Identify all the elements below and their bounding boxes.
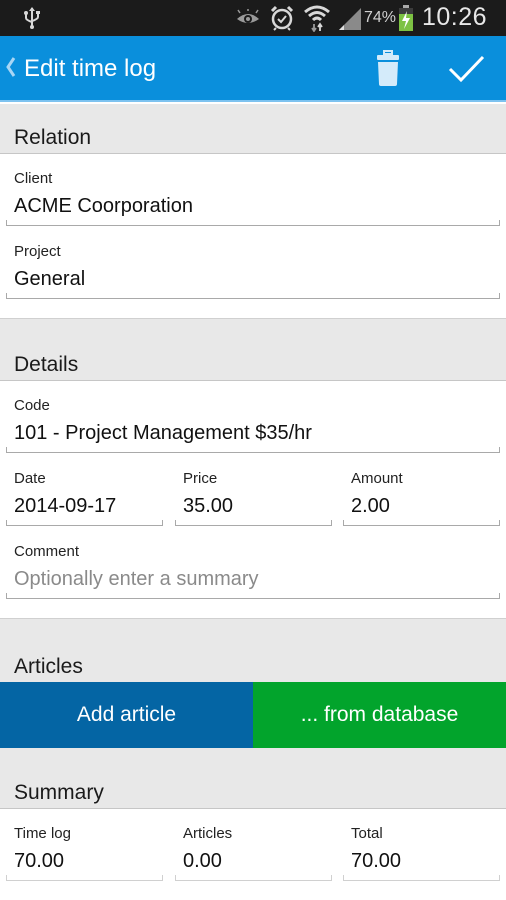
- articles-total-field: Articles 0.00: [175, 815, 332, 883]
- time-log-total-underline: [6, 875, 163, 881]
- client-label: Client: [14, 170, 53, 187]
- date-field[interactable]: Date 2014-09-17: [6, 460, 163, 528]
- price-underline: [175, 520, 332, 526]
- signal-icon: [339, 8, 361, 30]
- amount-underline: [343, 520, 500, 526]
- date-underline: [6, 520, 163, 526]
- articles-total-underline: [175, 875, 332, 881]
- relation-section-header: Relation: [0, 104, 506, 154]
- time-log-total-label: Time log: [14, 825, 71, 842]
- code-label: Code: [14, 397, 50, 414]
- grand-total-label: Total: [351, 825, 383, 842]
- clock: 10:26: [422, 3, 488, 31]
- summary-section-header: Summary: [0, 748, 506, 809]
- add-article-button[interactable]: Add article: [0, 682, 253, 748]
- comment-field[interactable]: Comment Optionally enter a summary: [6, 533, 500, 601]
- code-value[interactable]: 101 - Project Management $35/hr: [14, 422, 312, 445]
- from-database-button[interactable]: ... from database: [253, 682, 506, 748]
- grand-total-value: 70.00: [351, 850, 402, 872]
- price-value[interactable]: 35.00: [183, 495, 233, 518]
- grand-total-field: Total 70.00: [343, 815, 500, 883]
- price-field[interactable]: Price 35.00: [175, 460, 332, 528]
- articles-total-label: Articles: [183, 825, 233, 842]
- status-bar: 74% 10:26: [0, 0, 506, 36]
- battery-percent: 74%: [364, 9, 397, 26]
- details-header-label: Details: [14, 353, 79, 376]
- time-log-total-value: 70.00: [14, 850, 65, 872]
- usb-icon: [24, 7, 40, 29]
- page-title[interactable]: Edit time log: [24, 55, 156, 83]
- details-section-header: Details: [0, 318, 506, 381]
- articles-total-value: 0.00: [183, 850, 222, 872]
- action-bar: Edit time log: [0, 36, 506, 102]
- alarm-icon: [270, 5, 294, 31]
- articles-header-label: Articles: [14, 655, 83, 678]
- amount-value[interactable]: 2.00: [351, 495, 390, 518]
- amount-label: Amount: [351, 470, 403, 487]
- code-field[interactable]: Code 101 - Project Management $35/hr: [6, 387, 500, 455]
- comment-placeholder[interactable]: Optionally enter a summary: [14, 568, 259, 591]
- project-underline: [6, 293, 500, 299]
- code-underline: [6, 447, 500, 453]
- battery-icon: [399, 5, 413, 31]
- trash-icon: [377, 50, 399, 86]
- wifi-icon: [304, 5, 330, 32]
- client-field[interactable]: Client ACME Coorporation: [6, 160, 500, 228]
- articles-section-header: Articles: [0, 618, 506, 682]
- chevron-left-icon[interactable]: [5, 54, 17, 80]
- time-log-total-field: Time log 70.00: [6, 815, 163, 883]
- grand-total-underline: [343, 875, 500, 881]
- project-field[interactable]: Project General: [6, 233, 500, 301]
- date-label: Date: [14, 470, 46, 487]
- delete-button[interactable]: [366, 46, 410, 92]
- confirm-button[interactable]: [444, 46, 490, 92]
- eye-icon: [237, 9, 259, 23]
- client-value[interactable]: ACME Coorporation: [14, 195, 193, 218]
- client-underline: [6, 220, 500, 226]
- relation-header-label: Relation: [14, 126, 92, 149]
- date-value[interactable]: 2014-09-17: [14, 495, 116, 518]
- project-label: Project: [14, 243, 61, 260]
- comment-underline: [6, 593, 500, 599]
- price-label: Price: [183, 470, 218, 487]
- comment-label: Comment: [14, 543, 80, 560]
- checkmark-icon: [448, 55, 485, 83]
- amount-field[interactable]: Amount 2.00: [343, 460, 500, 528]
- summary-header-label: Summary: [14, 781, 104, 804]
- project-value[interactable]: General: [14, 268, 85, 291]
